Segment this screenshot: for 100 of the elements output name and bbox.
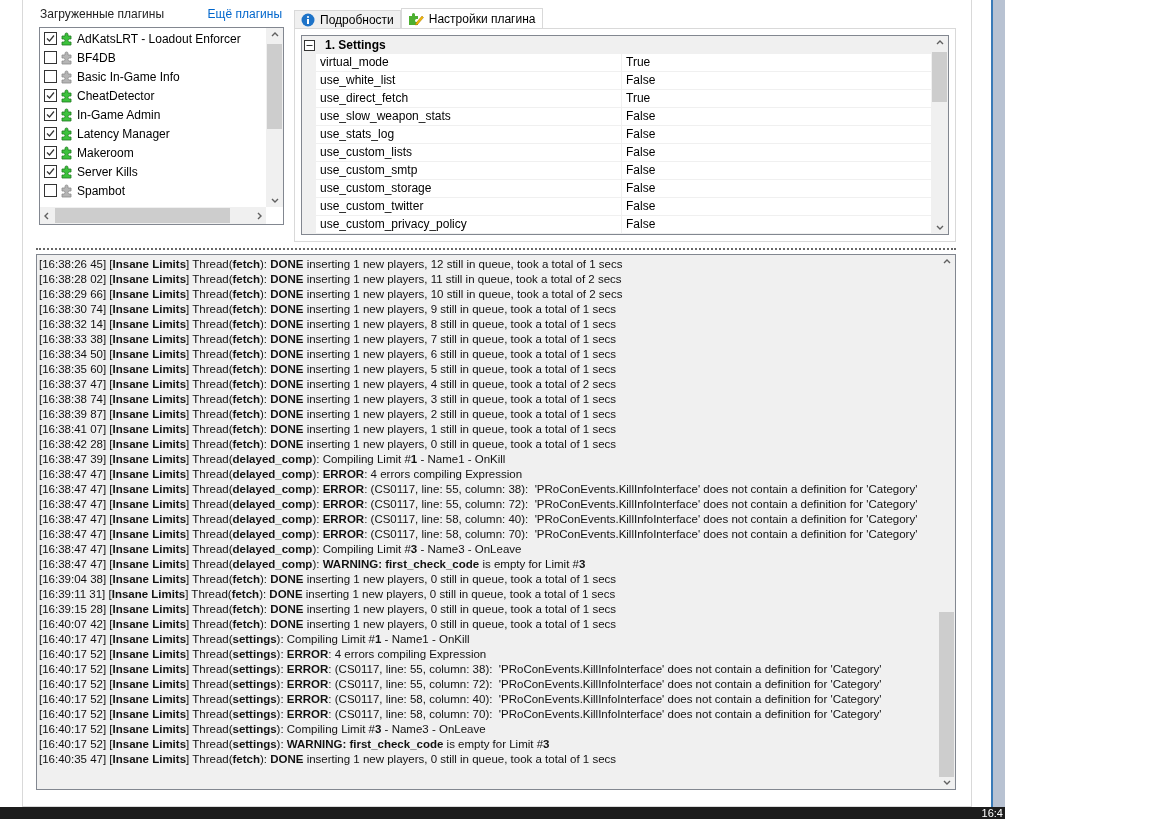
log-line: [16:40:17 52] [Insane Limits] Thread(settings): ERROR: (CS0117, line: 55, column: 38): 'PRoConEvents.KillInfoInterface' does not contain a definition for 'Category' <box>39 662 883 677</box>
log-line: [16:38:41 07] [Insane Limits] Thread(fetch): DONE inserting 1 new players, 1 still in queue, took a total of 1 secs <box>39 422 618 437</box>
log-line: [16:38:32 14] [Insane Limits] Thread(fetch): DONE inserting 1 new players, 8 still in queue, took a total of 1 secs <box>39 317 618 332</box>
checkbox[interactable] <box>44 89 57 102</box>
log-line: [16:39:15 28] [Insane Limits] Thread(fetch): DONE inserting 1 new players, 0 still in queue, took a total of 1 secs <box>39 602 618 617</box>
property-name: use_custom_twitter <box>316 198 621 216</box>
log-line: [16:40:17 52] [Insane Limits] Thread(settings): WARNING: first_check_code is empty for Limit #3 <box>39 737 551 752</box>
log-line: [16:38:28 02] [Insane Limits] Thread(fetch): DONE inserting 1 new players, 11 still in queue, took a total of 2 secs <box>39 272 623 287</box>
checkbox[interactable] <box>44 32 57 45</box>
property-value[interactable]: False <box>621 162 931 180</box>
property-name: use_stats_log <box>316 126 621 144</box>
checkmark-icon <box>46 148 55 157</box>
checkmark-icon <box>46 91 55 100</box>
puzzle-icon <box>60 164 74 179</box>
log-line: [16:39:11 31] [Insane Limits] Thread(fetch): DONE inserting 1 new players, 0 still in queue, took a total of 1 secs <box>39 587 617 602</box>
log-line: [16:38:33 38] [Insane Limits] Thread(fetch): DONE inserting 1 new players, 7 still in queue, took a total of 1 secs <box>39 332 618 347</box>
clock: 16:4 <box>981 807 1003 819</box>
property-value[interactable]: False <box>621 108 931 126</box>
property-value[interactable]: True <box>621 54 931 72</box>
puzzle-icon <box>60 31 74 46</box>
property-value[interactable]: False <box>621 216 931 234</box>
property-name: use_slow_weapon_stats <box>316 108 621 126</box>
tab[interactable]: Подробности <box>294 10 401 29</box>
log-line: [16:38:47 47] [Insane Limits] Thread(delayed_comp): ERROR: (CS0117, line: 55, column: 38): 'PRoConEvents.KillInfoInterface' does not contain a definition for 'Category' <box>39 482 919 497</box>
vertical-scrollbar[interactable] <box>266 28 283 207</box>
log-line: [16:38:47 47] [Insane Limits] Thread(delayed_comp): ERROR: 4 errors compiling Expression <box>39 467 524 482</box>
checkbox[interactable] <box>44 184 57 197</box>
property-name: use_custom_privacy_policy <box>316 216 621 234</box>
log-line: [16:38:34 50] [Insane Limits] Thread(fetch): DONE inserting 1 new players, 6 still in queue, took a total of 1 secs <box>39 347 618 362</box>
scroll-thumb[interactable] <box>932 52 947 102</box>
checkbox[interactable] <box>44 70 57 83</box>
log-line: [16:38:47 47] [Insane Limits] Thread(delayed_comp): Compiling Limit #3 - Name3 - OnLeave <box>39 542 523 557</box>
puzzle-icon <box>60 145 74 160</box>
panel-title: Загруженные плагины <box>40 5 165 23</box>
plugin-item[interactable]: Spambot <box>40 181 266 200</box>
plugin-item[interactable]: In-Game Admin <box>40 105 266 124</box>
log-line: [16:38:37 47] [Insane Limits] Thread(fetch): DONE inserting 1 new players, 4 still in queue, took a total of 2 secs <box>39 377 618 392</box>
checkbox[interactable] <box>44 146 57 159</box>
log-line: [16:38:42 28] [Insane Limits] Thread(fetch): DONE inserting 1 new players, 0 still in queue, took a total of 1 secs <box>39 437 618 452</box>
plugin-item[interactable]: BF4DB <box>40 48 266 67</box>
puzzle-icon <box>60 126 74 141</box>
property-value[interactable]: False <box>621 144 931 162</box>
property-value[interactable]: False <box>621 180 931 198</box>
horizontal-scrollbar[interactable] <box>40 207 266 224</box>
log-line: [16:38:30 74] [Insane Limits] Thread(fetch): DONE inserting 1 new players, 9 still in queue, took a total of 1 secs <box>39 302 618 317</box>
property-name: use_custom_lists <box>316 144 621 162</box>
plugin-item[interactable]: Makeroom <box>40 143 266 162</box>
checkmark-icon <box>46 34 55 43</box>
log-line: [16:40:17 52] [Insane Limits] Thread(settings): ERROR: (CS0117, line: 58, column: 40): 'PRoConEvents.KillInfoInterface' does not contain a definition for 'Category' <box>39 692 883 707</box>
puzzle-icon <box>60 183 74 198</box>
checkmark-icon <box>46 129 55 138</box>
checkbox[interactable] <box>44 165 57 178</box>
puzzle-icon <box>60 88 74 103</box>
plugin-item[interactable]: CheatDetector <box>40 86 266 105</box>
log-line: [16:40:17 52] [Insane Limits] Thread(settings): ERROR: (CS0117, line: 58, column: 70): 'PRoConEvents.KillInfoInterface' does not contain a definition for 'Category' <box>39 707 883 722</box>
log-line: [16:38:47 47] [Insane Limits] Thread(delayed_comp): ERROR: (CS0117, line: 58, column: 70): 'PRoConEvents.KillInfoInterface' does not contain a definition for 'Category' <box>39 527 919 542</box>
plugin-item[interactable]: AdKatsLRT - Loadout Enforcer <box>40 29 266 48</box>
property-value[interactable]: False <box>621 126 931 144</box>
puzzle-icon <box>60 50 74 65</box>
checkbox[interactable] <box>44 127 57 140</box>
plugin-item[interactable]: Basic In-Game Info <box>40 67 266 86</box>
property-name: use_direct_fetch <box>316 90 621 108</box>
log-line: [16:40:35 47] [Insane Limits] Thread(fetch): DONE inserting 1 new players, 0 still in queue, took a total of 1 secs <box>39 752 618 767</box>
log-line: [16:38:47 47] [Insane Limits] Thread(delayed_comp): WARNING: first_check_code is empty for Limit #3 <box>39 557 587 572</box>
checkbox[interactable] <box>44 108 57 121</box>
property-value[interactable]: False <box>621 198 931 216</box>
scroll-thumb[interactable] <box>267 44 282 129</box>
checkbox[interactable] <box>44 51 57 64</box>
collapse-icon[interactable] <box>304 39 315 51</box>
puzzle-icon <box>60 107 74 122</box>
property-value[interactable]: True <box>621 90 931 108</box>
property-value[interactable]: False <box>621 72 931 90</box>
log-line: [16:38:38 74] [Insane Limits] Thread(fetch): DONE inserting 1 new players, 3 still in queue, took a total of 1 secs <box>39 392 618 407</box>
log-line: [16:39:04 38] [Insane Limits] Thread(fetch): DONE inserting 1 new players, 0 still in queue, took a total of 1 secs <box>39 572 618 587</box>
log-line: [16:40:17 52] [Insane Limits] Thread(settings): ERROR: 4 errors compiling Expression <box>39 647 488 662</box>
plugin-item[interactable]: Latency Manager <box>40 124 266 143</box>
scroll-thumb[interactable] <box>939 612 954 777</box>
log-line: [16:38:26 45] [Insane Limits] Thread(fetch): DONE inserting 1 new players, 12 still in queue, took a total of 1 secs <box>39 257 624 272</box>
log-line: [16:40:17 52] [Insane Limits] Thread(settings): Compiling Limit #3 - Name3 - OnLeave <box>39 722 487 737</box>
log-line: [16:38:39 87] [Insane Limits] Thread(fetch): DONE inserting 1 new players, 2 still in queue, took a total of 1 secs <box>39 407 618 422</box>
property-name: use_custom_smtp <box>316 162 621 180</box>
log-line: [16:38:47 39] [Insane Limits] Thread(delayed_comp): Compiling Limit #1 - Name1 - OnKill <box>39 452 507 467</box>
vertical-scrollbar[interactable] <box>931 36 948 234</box>
property-name: use_white_list <box>316 72 621 90</box>
log-line: [16:40:17 52] [Insane Limits] Thread(settings): ERROR: (CS0117, line: 55, column: 72): 'PRoConEvents.KillInfoInterface' does not contain a definition for 'Category' <box>39 677 883 692</box>
checkmark-icon <box>46 167 55 176</box>
scroll-thumb[interactable] <box>55 208 230 223</box>
checkmark-icon <box>46 110 55 119</box>
log-line: [16:40:07 42] [Insane Limits] Thread(fetch): DONE inserting 1 new players, 0 still in queue, took a total of 1 secs <box>39 617 618 632</box>
puzzle-pencil-icon <box>407 11 424 26</box>
log-line: [16:38:35 60] [Insane Limits] Thread(fetch): DONE inserting 1 new players, 5 still in queue, took a total of 1 secs <box>39 362 618 377</box>
log-line: [16:40:17 47] [Insane Limits] Thread(settings): Compiling Limit #1 - Name1 - OnKill <box>39 632 471 647</box>
group-title: 1. Settings <box>325 37 386 54</box>
property-name: virtual_mode <box>316 54 621 72</box>
property-name: use_custom_storage <box>316 180 621 198</box>
log-line: [16:38:47 47] [Insane Limits] Thread(delayed_comp): ERROR: (CS0117, line: 55, column: 72): 'PRoConEvents.KillInfoInterface' does not contain a definition for 'Category' <box>39 497 919 512</box>
log-line: [16:38:47 47] [Insane Limits] Thread(delayed_comp): ERROR: (CS0117, line: 58, column: 40): 'PRoConEvents.KillInfoInterface' does not contain a definition for 'Category' <box>39 512 919 527</box>
info-icon <box>301 12 315 27</box>
plugin-item[interactable]: Server Kills <box>40 162 266 181</box>
more-plugins-link[interactable]: Ещё плагины <box>207 4 282 23</box>
